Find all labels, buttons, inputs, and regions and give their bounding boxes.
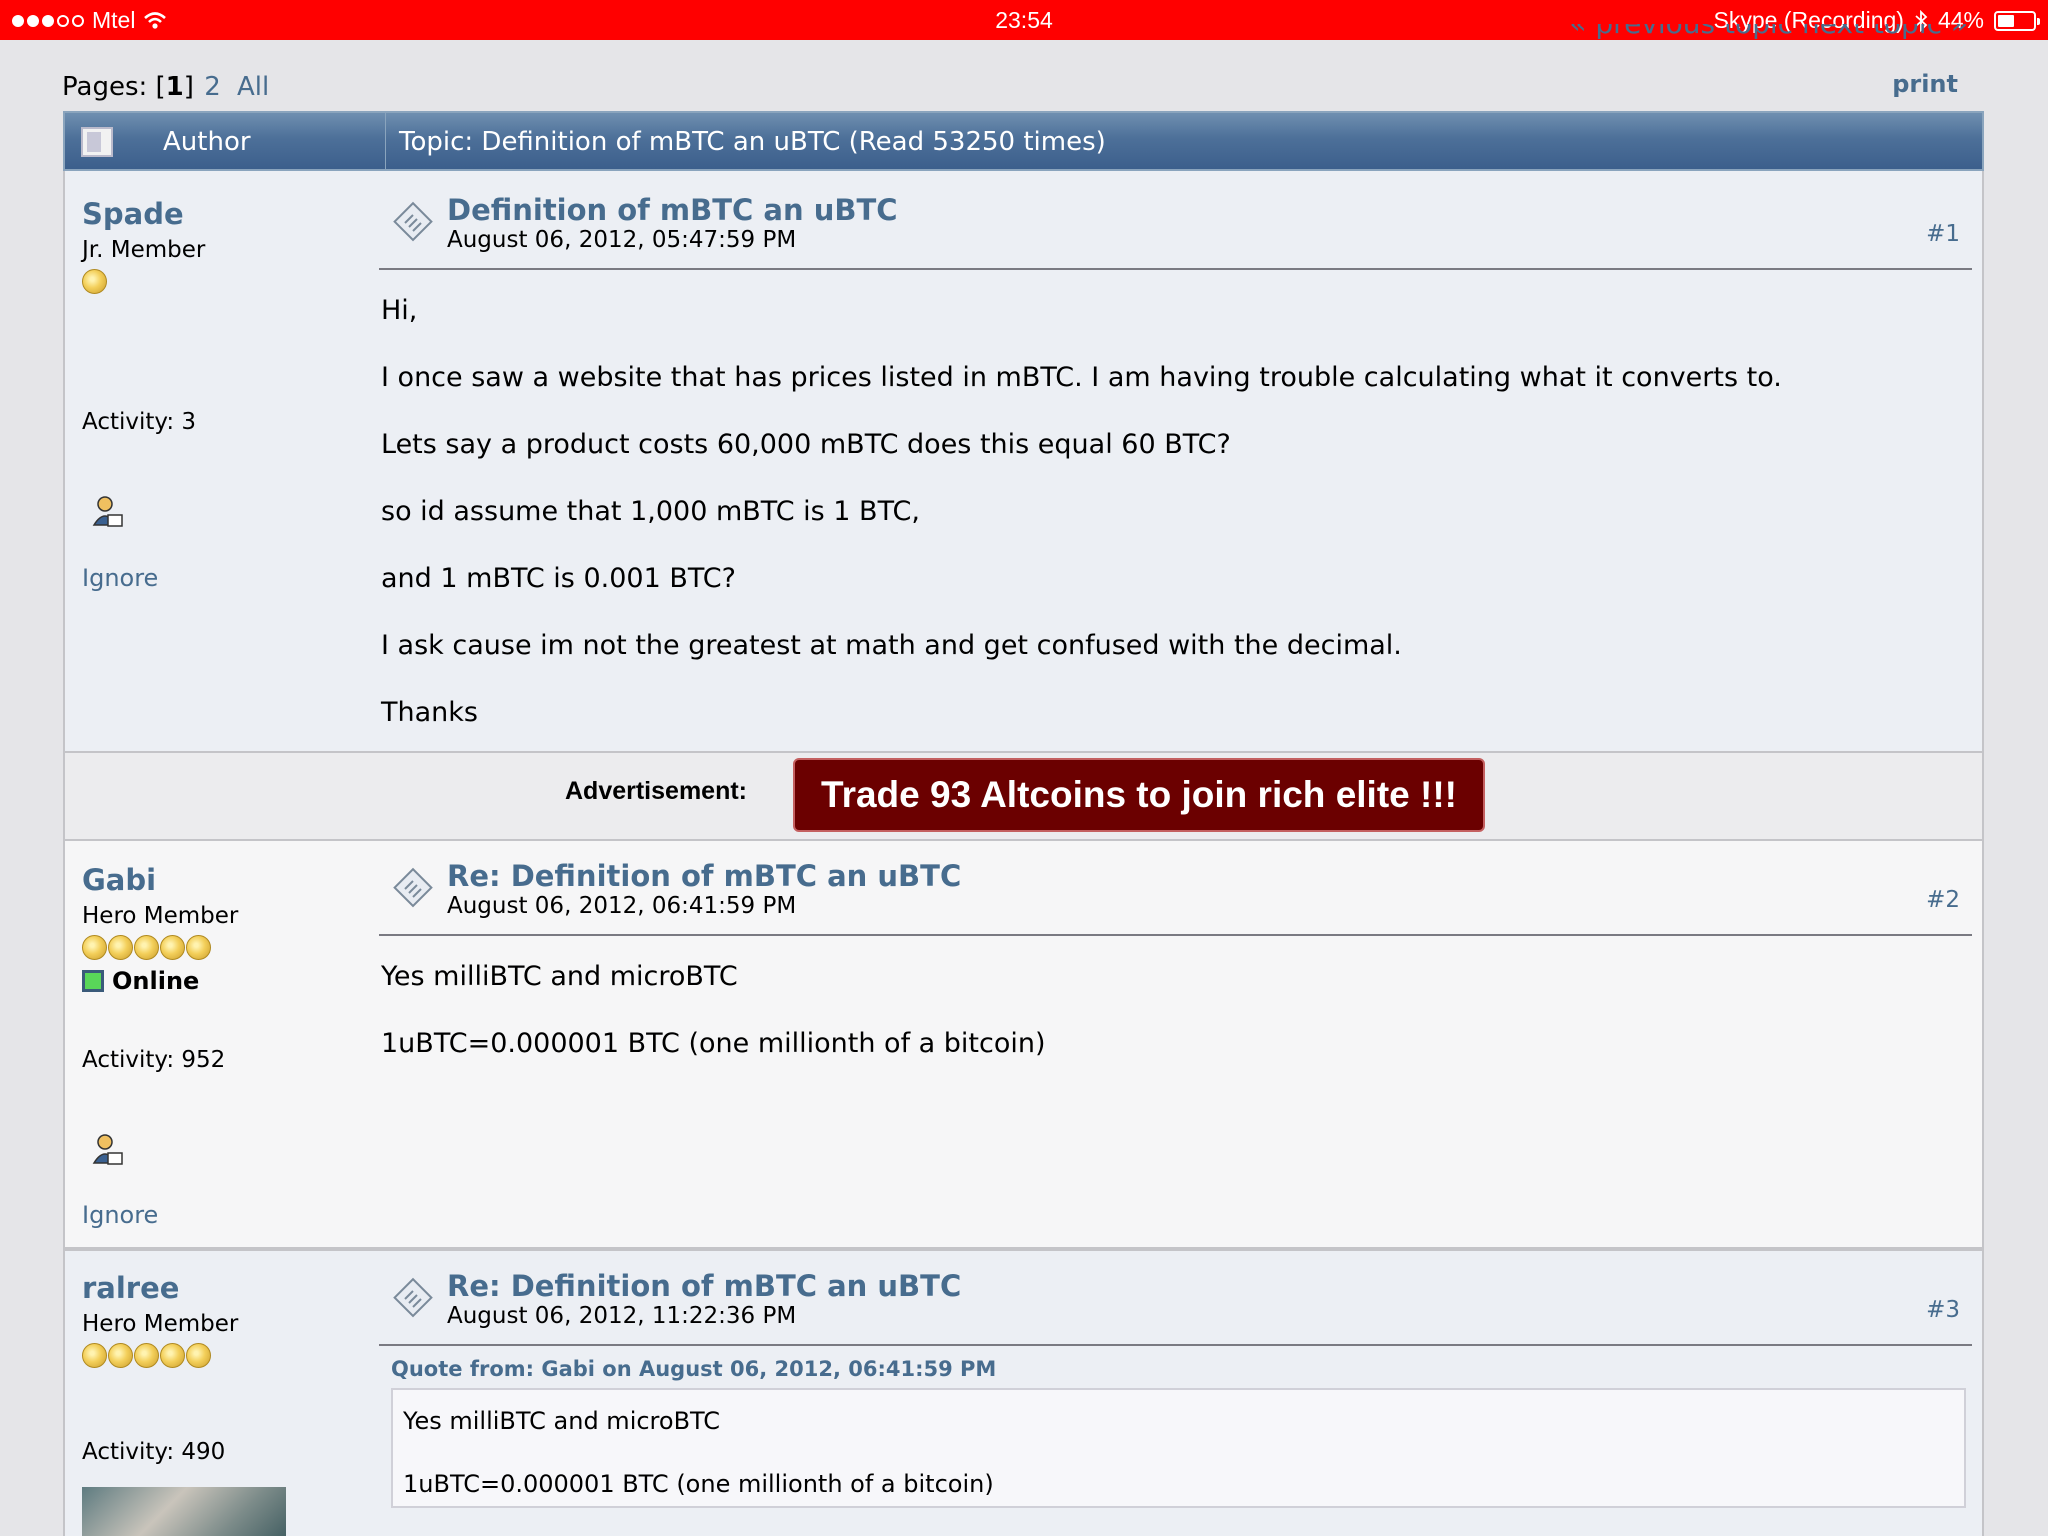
body-line: Thanks [381, 697, 478, 728]
star-icon [82, 935, 107, 960]
body-line: Yes milliBTC and microBTC [381, 961, 738, 992]
body-line: 1uBTC=0.000001 BTC (one millionth of a b… [381, 1028, 1046, 1059]
body-line: and 1 mBTC is 0.001 BTC? [381, 563, 736, 594]
post-date: August 06, 2012, 05:47:59 PM [447, 227, 797, 253]
page-2-link[interactable]: 2 [204, 72, 221, 102]
avatar [82, 1487, 286, 1536]
star-icon [186, 1343, 211, 1368]
username[interactable]: ralree [82, 1271, 179, 1305]
post-title[interactable]: Definition of mBTC an uBTC [447, 193, 898, 227]
post-2: Gabi Hero Member Online Activity: 952 Ig… [63, 839, 1984, 1249]
post-body: Hi, I once saw a website that has prices… [381, 277, 1972, 746]
ignore-link[interactable]: Ignore [82, 564, 158, 592]
star-icon [186, 935, 211, 960]
quote-line: Yes milliBTC and microBTC [403, 1407, 721, 1435]
activity: Activity: 3 [82, 409, 197, 435]
print-link[interactable]: print [1892, 70, 1958, 98]
topic-table: Author Topic: Definition of mBTC an uBTC… [63, 111, 1984, 1536]
quote-box: Yes milliBTC and microBTC 1uBTC=0.000001… [391, 1388, 1966, 1508]
rank-stars [82, 269, 107, 294]
body-line: Lets say a product costs 60,000 mBTC doe… [381, 429, 1231, 460]
activity: Activity: 490 [82, 1439, 226, 1465]
post-title[interactable]: Re: Definition of mBTC an uBTC [447, 859, 961, 893]
star-icon [160, 935, 185, 960]
author-column-header: Author [163, 127, 251, 157]
online-status: Online [82, 967, 199, 995]
star-icon [160, 1343, 185, 1368]
post-body: Yes milliBTC and microBTC 1uBTC=0.000001… [381, 943, 1972, 1077]
prev-next-topic-links[interactable]: « previous topic next topic » [1569, 24, 1968, 46]
current-page: 1 [165, 72, 184, 102]
battery-icon [1994, 10, 2040, 31]
all-pages-link[interactable]: All [237, 72, 269, 102]
username[interactable]: Spade [82, 197, 184, 231]
quote-header[interactable]: Quote from: Gabi on August 06, 2012, 06:… [391, 1357, 996, 1381]
star-icon [134, 935, 159, 960]
post-1: Spade Jr. Member Activity: 3 Ignore Defi… [63, 171, 1984, 753]
rank-stars [82, 1343, 211, 1368]
ad-label: Advertisement: [565, 777, 747, 805]
post-icon [393, 201, 433, 242]
body-line: I ask cause im not the greatest at math … [381, 630, 1402, 661]
pagination: Pages: [1] 2 All [62, 72, 270, 102]
body-line: so id assume that 1,000 mBTC is 1 BTC, [381, 496, 920, 527]
online-label: Online [112, 967, 200, 995]
post-3: ralree Hero Member Activity: 490 Re: Def… [63, 1249, 1984, 1536]
member-rank: Jr. Member [82, 237, 206, 263]
post-title[interactable]: Re: Definition of mBTC an uBTC [447, 1269, 961, 1303]
star-icon [108, 935, 133, 960]
quote-line: 1uBTC=0.000001 BTC (one millionth of a b… [403, 1470, 994, 1498]
personal-message-icon[interactable] [92, 1133, 124, 1167]
post-number[interactable]: #1 [1926, 221, 1960, 247]
star-icon [108, 1343, 133, 1368]
topic-header: Author Topic: Definition of mBTC an uBTC… [63, 111, 1984, 171]
post-icon [393, 1277, 433, 1318]
post-date: August 06, 2012, 06:41:59 PM [447, 893, 797, 919]
post-number[interactable]: #2 [1926, 887, 1960, 913]
post-number[interactable]: #3 [1926, 1297, 1960, 1323]
personal-message-icon[interactable] [92, 495, 124, 529]
activity: Activity: 952 [82, 1047, 226, 1073]
post-icon [393, 867, 433, 908]
body-line: I once saw a website that has prices lis… [381, 362, 1782, 393]
topic-title-header: Topic: Definition of mBTC an uBTC (Read … [399, 127, 1106, 157]
online-indicator-icon [82, 970, 104, 992]
username[interactable]: Gabi [82, 863, 156, 897]
body-line: Hi, [381, 295, 418, 326]
ignore-link[interactable]: Ignore [82, 1201, 158, 1229]
advertisement: Advertisement: Trade 93 Altcoins to join… [63, 753, 1984, 839]
post-date: August 06, 2012, 11:22:36 PM [447, 1303, 797, 1329]
header-icon [81, 127, 113, 157]
rank-stars [82, 935, 211, 960]
star-icon [82, 1343, 107, 1368]
star-icon [82, 269, 107, 294]
ad-banner-button[interactable]: Trade 93 Altcoins to join rich elite !!! [793, 758, 1485, 832]
star-icon [134, 1343, 159, 1368]
pages-label: Pages: [62, 72, 148, 102]
member-rank: Hero Member [82, 1311, 239, 1337]
member-rank: Hero Member [82, 903, 239, 929]
